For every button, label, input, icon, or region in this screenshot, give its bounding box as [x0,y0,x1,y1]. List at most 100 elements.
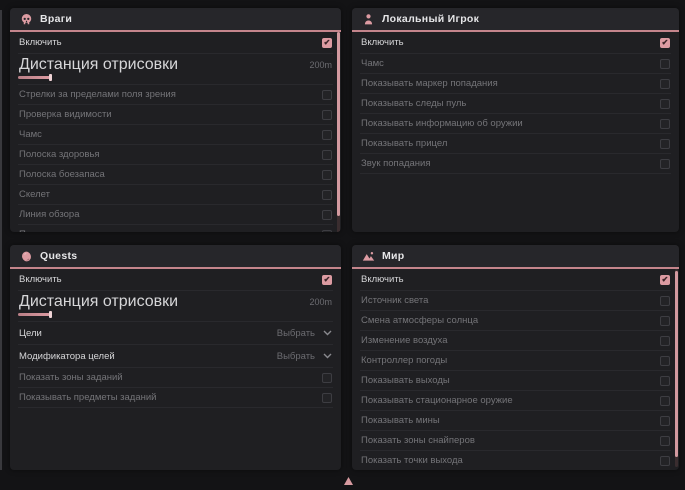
checkbox[interactable] [322,110,332,120]
setting-label: Контроллер погоды [361,355,447,366]
checkbox[interactable] [660,99,670,109]
panel-local-player-header[interactable]: Локальный Игрок [352,8,679,32]
checkbox[interactable] [660,436,670,446]
chevron-down-icon [323,353,332,359]
panel-world: Мир Включить ✔ Источник света Смена атмос… [352,245,679,470]
setting-row: Показывать мины [360,411,671,431]
distance-slider[interactable] [18,74,333,82]
checkbox[interactable] [660,159,670,169]
setting-label: Скелет [19,189,50,200]
setting-row: Контроллер погоды [360,351,671,371]
checkbox[interactable] [660,416,670,426]
setting-row: Показать точки выхода [360,451,671,470]
person-icon [362,13,375,26]
setting-label: Показывать прицел [361,138,447,149]
setting-label: Показывать предметы заданий [19,392,156,403]
setting-row: Показывать предметы заданий [18,388,333,408]
checkbox[interactable] [660,376,670,386]
setting-label: Показывать следы пуль [19,229,124,232]
setting-label: Включить [19,37,62,48]
checkbox[interactable]: ✔ [660,38,670,48]
checkbox[interactable] [660,336,670,346]
setting-label: Полоска боезапаса [19,169,105,180]
setting-label: Включить [361,37,404,48]
setting-row: Стрелки за пределами поля зрения [18,85,333,105]
checkbox[interactable] [322,230,332,233]
setting-row: Показывать следы пуль [18,225,333,232]
setting-label: Звук попадания [361,158,431,169]
checkbox[interactable] [660,396,670,406]
checkbox[interactable] [660,456,670,466]
checkbox[interactable] [322,373,332,383]
slider-row: Дистанция отрисовки 200m [18,54,333,85]
dropdown-value: Выбрать [277,351,315,362]
setting-label: Включить [361,274,404,285]
setting-row: Показывать следы пуль [360,94,671,114]
setting-row: Показывать маркер попадания [360,74,671,94]
dropdown-row: Модификатора целей Выбрать [18,345,333,368]
panel-quests-header[interactable]: Quests [10,245,341,269]
dropdown-select[interactable]: Выбрать [277,328,332,339]
checkbox[interactable]: ✔ [660,275,670,285]
checkbox[interactable] [660,119,670,129]
setting-row: Чамс [18,125,333,145]
distance-slider[interactable] [18,311,333,319]
panel-title: Враги [40,13,72,25]
setting-label: Показывать следы пуль [361,98,466,109]
setting-row: Показывать прицел [360,134,671,154]
setting-label: Показывать стационарное оружие [361,395,513,406]
dropdown-value: Выбрать [277,328,315,339]
setting-row: Включить ✔ [360,32,671,54]
checkbox[interactable] [322,210,332,220]
slider-row: Дистанция отрисовки 200m [18,291,333,322]
dropdown-row: Цели Выбрать [18,322,333,345]
enemies-scrollbar[interactable] [337,32,340,232]
checkbox[interactable] [660,316,670,326]
setting-label: Проверка видимости [19,109,112,120]
panel-title: Локальный Игрок [382,13,479,25]
setting-row: Источник света [360,291,671,311]
checkbox[interactable] [660,296,670,306]
checkbox[interactable] [322,150,332,160]
checkbox[interactable] [660,59,670,69]
chevron-down-icon [323,330,332,336]
setting-row: Полоска боезапаса [18,165,333,185]
setting-row: Показать зоны заданий [18,368,333,388]
checkbox[interactable] [322,90,332,100]
setting-label: Смена атмосферы солнца [361,315,478,326]
checkbox[interactable] [660,79,670,89]
setting-row: Показывать выходы [360,371,671,391]
setting-label: Модификатора целей [19,351,115,362]
world-scrollbar[interactable] [675,269,678,467]
checkbox[interactable] [322,170,332,180]
slider-thumb[interactable] [49,311,52,318]
checkbox[interactable]: ✔ [322,275,332,285]
setting-label: Показывать маркер попадания [361,78,498,89]
setting-label: Показывать информацию об оружии [361,118,523,129]
checkbox[interactable] [322,393,332,403]
panel-quests: Quests Включить ✔ Дистанция отрисовки 20… [10,245,341,470]
panel-world-header[interactable]: Мир [352,245,679,269]
setting-label: Показывать мины [361,415,440,426]
panel-local-player: Локальный Игрок Включить ✔ Чамс Показыват… [352,8,679,232]
setting-label: Чамс [361,58,384,69]
skull-icon [20,13,33,26]
checkbox[interactable] [660,356,670,366]
setting-row: Проверка видимости [18,105,333,125]
setting-label: Показать точки выхода [361,455,463,466]
dropdown-select[interactable]: Выбрать [277,351,332,362]
checkbox[interactable]: ✔ [322,38,332,48]
checkbox[interactable] [660,139,670,149]
setting-row: Чамс [360,54,671,74]
setting-label: Цели [19,328,42,339]
checkbox[interactable] [322,130,332,140]
panel-enemies: Враги Включить ✔ Дистанция отрисовки 200… [10,8,341,232]
screen-edge-highlight [0,10,2,470]
mountains-icon [362,250,375,263]
checkbox[interactable] [322,190,332,200]
panel-enemies-header[interactable]: Враги [10,8,341,32]
setting-row: Включить ✔ [18,269,333,291]
setting-label: Показать зоны снайперов [361,435,475,446]
slider-fill [18,76,50,79]
slider-thumb[interactable] [49,74,52,81]
